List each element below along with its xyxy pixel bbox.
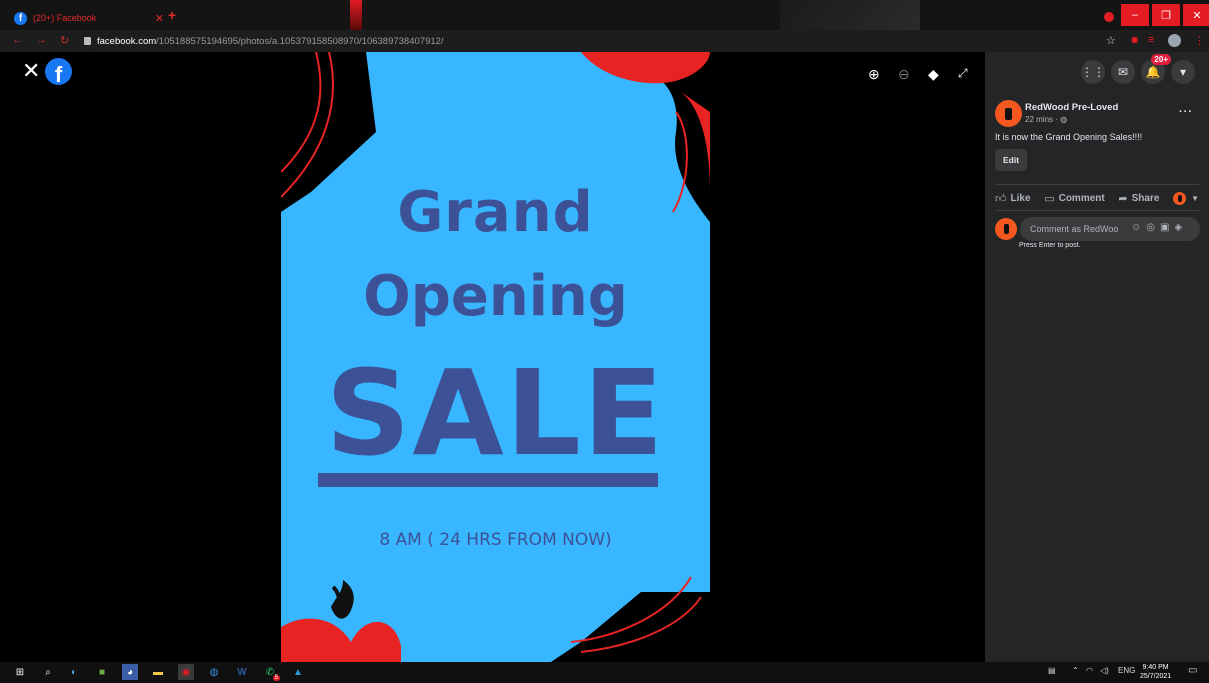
menu-grid-icon[interactable]: ⋮⋮ (1081, 60, 1105, 84)
fullscreen-icon[interactable]: ⤢ (958, 66, 968, 81)
file-explorer-icon[interactable]: ▬ (150, 664, 166, 680)
menu-icon[interactable]: ⋮ (1194, 34, 1205, 47)
whatsapp-icon[interactable]: ✆ 5 (262, 664, 280, 681)
close-window-button[interactable]: ✕ (1183, 4, 1209, 26)
address-bar: ← → ↻ facebook.com /105188575194695/phot… (0, 30, 1209, 52)
page-mini-avatar (1173, 192, 1187, 205)
header-icons: ⋮⋮ ✉ 🔔 20+ ▾ (1081, 54, 1195, 84)
post-as-selector[interactable]: ▼ (1173, 192, 1199, 205)
minimize-button[interactable]: – (1121, 4, 1149, 26)
edit-button[interactable]: Edit (995, 149, 1027, 171)
zoom-in-icon[interactable]: ⊕ (868, 66, 880, 83)
post-time: 22 mins · ◍ (1025, 115, 1067, 124)
minecraft-icon[interactable]: ■ (94, 664, 110, 680)
zoom-out-icon[interactable]: ⊖ (898, 66, 910, 83)
share-button[interactable]: ➦ Share (1118, 192, 1159, 205)
post-side-panel: ⋮⋮ ✉ 🔔 20+ ▾ RedWood Pre-Loved 22 mins · … (985, 52, 1209, 662)
gif-icon[interactable]: ▣ (1160, 222, 1169, 233)
comment-tools: ☺ ◎ ▣ ◈ (1131, 222, 1182, 233)
clock[interactable]: 9:40 PM 25/7/2021 (1140, 663, 1171, 681)
like-label: Like (1010, 193, 1031, 204)
show-hidden-icons[interactable]: ⌃ (1072, 666, 1079, 675)
facebook-logo-icon[interactable]: f (45, 58, 72, 85)
browser-tab-bar: f (20+) Facebook ✕ + – ❐ ✕ (0, 0, 1209, 30)
forward-icon[interactable]: → (36, 34, 47, 46)
extension-icon[interactable]: ✸ (1130, 34, 1139, 47)
tag-icon[interactable]: ◆ (928, 66, 939, 83)
notifications-bell-icon[interactable]: 🔔 20+ (1141, 54, 1171, 84)
comment-label: Comment (1058, 193, 1105, 204)
divider (995, 210, 1199, 211)
photos-icon[interactable]: ▲ (290, 664, 306, 680)
poster-underline (318, 473, 658, 487)
account-chevron-icon[interactable]: ▾ (1171, 60, 1195, 84)
photo-viewer: ✕ f ⊕ ⊖ ◆ ⤢ Grand Opening SALE 8 AM (24… (0, 52, 985, 662)
camera-icon[interactable]: ◎ (1146, 222, 1155, 233)
like-button[interactable]: 👍︎ Like (995, 192, 1031, 205)
lock-icon (84, 37, 91, 45)
profile-icon[interactable] (1104, 12, 1114, 22)
back-icon[interactable]: ← (12, 34, 23, 46)
share-icon: ➦ (1118, 193, 1128, 205)
post-author[interactable]: RedWood Pre-Loved (1025, 102, 1118, 113)
poster-image: Grand Opening SALE 8 AM ( 24 HRS FROM NO… (281, 52, 710, 662)
divider (995, 184, 1199, 185)
post-time-text: 22 mins · (1025, 115, 1061, 124)
poster-line-grand: Grand (397, 180, 594, 245)
share-label: Share (1131, 193, 1160, 204)
tab-close-icon[interactable]: ✕ (155, 12, 164, 25)
facebook-favicon-icon: f (14, 11, 27, 25)
post-actions: 👍︎ Like ▭ Comment ➦ Share ▼ (995, 192, 1199, 205)
public-globe-icon: ◍ (1060, 115, 1068, 124)
edge-icon[interactable]: ◍ (206, 664, 222, 680)
new-tab-button[interactable]: + (168, 8, 176, 22)
screen: f (20+) Facebook ✕ + – ❐ ✕ ← → ↻ faceboo… (0, 0, 1209, 683)
page-avatar[interactable] (995, 100, 1022, 127)
chrome-icon[interactable]: ◉ (178, 664, 194, 680)
decor-stripe (350, 0, 362, 30)
messenger-icon[interactable]: ✉ (1111, 60, 1135, 84)
maximize-button[interactable]: ❐ (1152, 4, 1180, 26)
steam-icon[interactable]: ◐ (66, 664, 82, 680)
notification-center-icon[interactable]: ▭ (1188, 665, 1197, 676)
volume-icon[interactable]: ◁) (1100, 666, 1109, 675)
notification-badge: 20+ (1151, 54, 1171, 65)
clock-date: 25/7/2021 (1140, 673, 1172, 680)
thumbs-up-icon: 👍︎ (995, 193, 1007, 205)
reading-list-icon[interactable]: ≡ (1148, 34, 1154, 46)
comment-icon: ▭ (1044, 193, 1055, 205)
caret-down-icon: ▼ (1191, 194, 1199, 203)
discord-icon[interactable]: ◕ (122, 664, 138, 680)
commenter-avatar (995, 218, 1017, 240)
avatar[interactable] (1168, 34, 1181, 47)
comment-button[interactable]: ▭ Comment (1044, 192, 1105, 205)
bookmark-star-icon[interactable]: ☆ (1106, 34, 1116, 47)
url-host: facebook.com (97, 35, 157, 47)
press-enter-hint: Press Enter to post. (1019, 242, 1081, 249)
poster-subtitle: 8 AM ( 24 HRS FROM NOW) (379, 530, 612, 550)
windows-start-icon[interactable]: ⊞ (12, 664, 28, 680)
word-icon[interactable]: W (234, 664, 250, 680)
whatsapp-badge: 5 (272, 675, 280, 681)
tab-title: (20+) Facebook (33, 13, 97, 23)
window-controls: – ❐ ✕ (1118, 0, 1209, 30)
browser-tab[interactable]: f (20+) Facebook ✕ (8, 6, 188, 30)
poster-line-sale: SALE (325, 344, 666, 482)
url-path: /105188575194695/photos/a.10537915850897… (156, 35, 444, 47)
decor-band (780, 0, 920, 30)
taskbar: ⊞ ⌕ ◐ ■ ◕ ▬ ◉ ◍ W ✆ 5 ▲ ▤ ⌃ ◠ ◁) ENG 9:40… (0, 662, 1209, 683)
url-field[interactable]: facebook.com /105188575194695/photos/a.1… (84, 33, 1094, 49)
search-icon[interactable]: ⌕ (40, 664, 56, 680)
close-viewer-icon[interactable]: ✕ (22, 60, 40, 82)
language-indicator[interactable]: ENG (1118, 666, 1135, 675)
clock-time: 9:40 PM (1142, 664, 1169, 671)
keyboard-icon[interactable]: ▤ (1048, 666, 1056, 675)
sticker-icon[interactable]: ◈ (1174, 222, 1182, 233)
poster-line-opening: Opening (363, 264, 628, 329)
post-text: It is now the Grand Opening Sales!!!! (995, 132, 1143, 142)
more-options-icon[interactable]: ··· (1179, 106, 1193, 118)
emoji-icon[interactable]: ☺ (1131, 222, 1141, 233)
wifi-icon[interactable]: ◠ (1086, 666, 1093, 675)
reload-icon[interactable]: ↻ (60, 34, 69, 47)
